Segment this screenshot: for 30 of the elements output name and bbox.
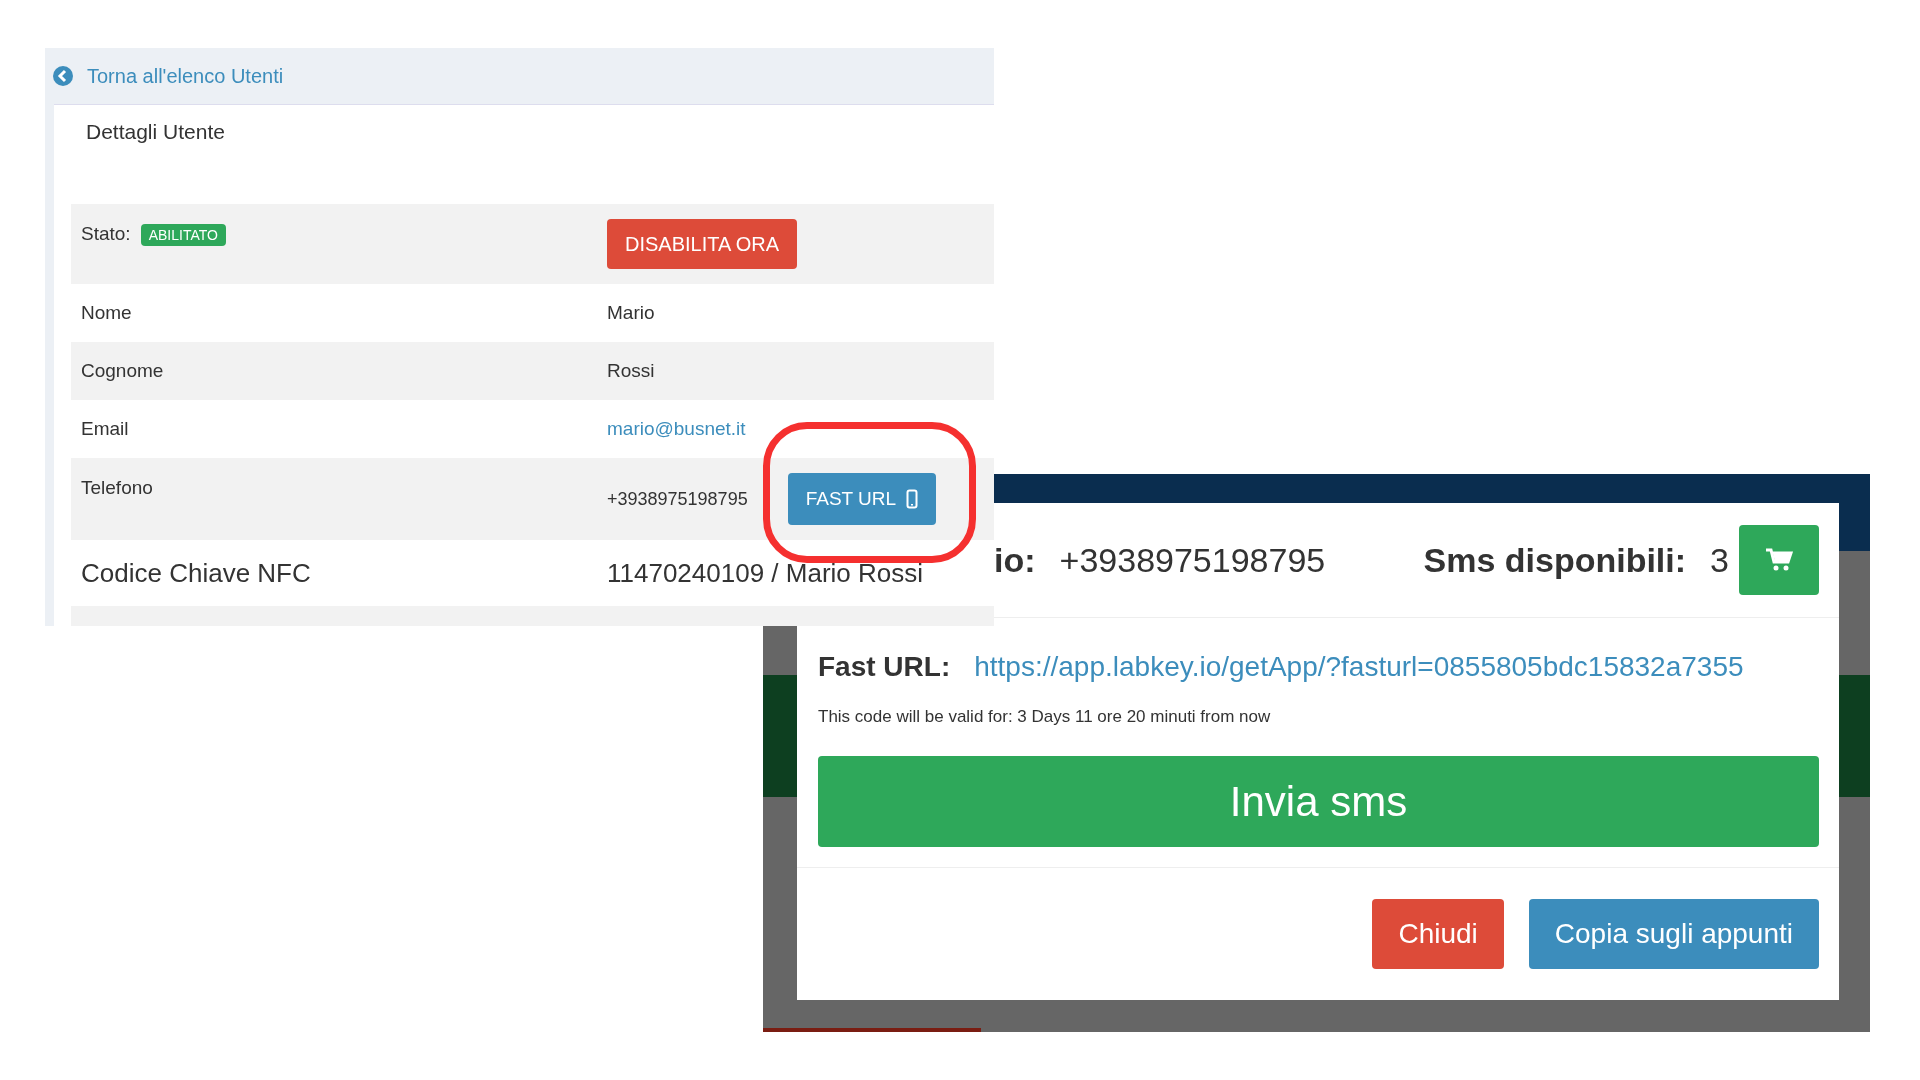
field-label: Stato: xyxy=(81,223,131,244)
phone-icon xyxy=(906,489,919,509)
field-value: Rossi xyxy=(607,358,655,383)
back-link[interactable]: Torna all'elenco Utenti xyxy=(87,61,284,91)
copy-button[interactable]: Copia sugli appunti xyxy=(1528,898,1819,969)
fast-url-link[interactable]: https://app.labkey.io/getApp/?fasturl=0855805bdc15832a7355 xyxy=(974,646,1744,688)
phone-label: io: xyxy=(994,539,1036,581)
field-value: +3938975198795 xyxy=(607,487,748,511)
phone-number: +3938975198795 xyxy=(1059,539,1326,581)
fast-url-button[interactable]: FAST URL xyxy=(787,473,937,525)
back-icon[interactable] xyxy=(53,66,73,86)
validity-text: This code will be valid for: 3 Days 11 ore 20 minuti from now xyxy=(818,706,1272,728)
field-label: Cognome xyxy=(81,359,164,381)
sms-label: Sms disponibili: xyxy=(1423,539,1687,581)
field-label: Email xyxy=(81,417,129,439)
email-link[interactable]: mario@busnet.it xyxy=(607,414,746,444)
field-label: Codice Chiave NFC xyxy=(81,557,311,588)
send-sms-button[interactable]: Invia sms xyxy=(818,755,1819,847)
card-title: Dettagli Utente xyxy=(85,119,226,145)
fast-url-label: Fast URL: xyxy=(818,650,951,684)
status-badge: ABILITATO xyxy=(140,224,226,246)
close-button[interactable]: Chiudi xyxy=(1372,898,1504,969)
cart-button[interactable] xyxy=(1739,525,1819,595)
field-label: Nome xyxy=(81,301,132,323)
field-label: Telefono xyxy=(81,477,153,498)
sms-count: 3 xyxy=(1710,539,1729,581)
cart-icon xyxy=(1765,548,1793,572)
disable-button[interactable]: DISABILITA ORA xyxy=(607,219,798,269)
field-value: 11470240109 / Mario Rossi xyxy=(607,556,924,590)
field-value: Mario xyxy=(607,300,655,325)
